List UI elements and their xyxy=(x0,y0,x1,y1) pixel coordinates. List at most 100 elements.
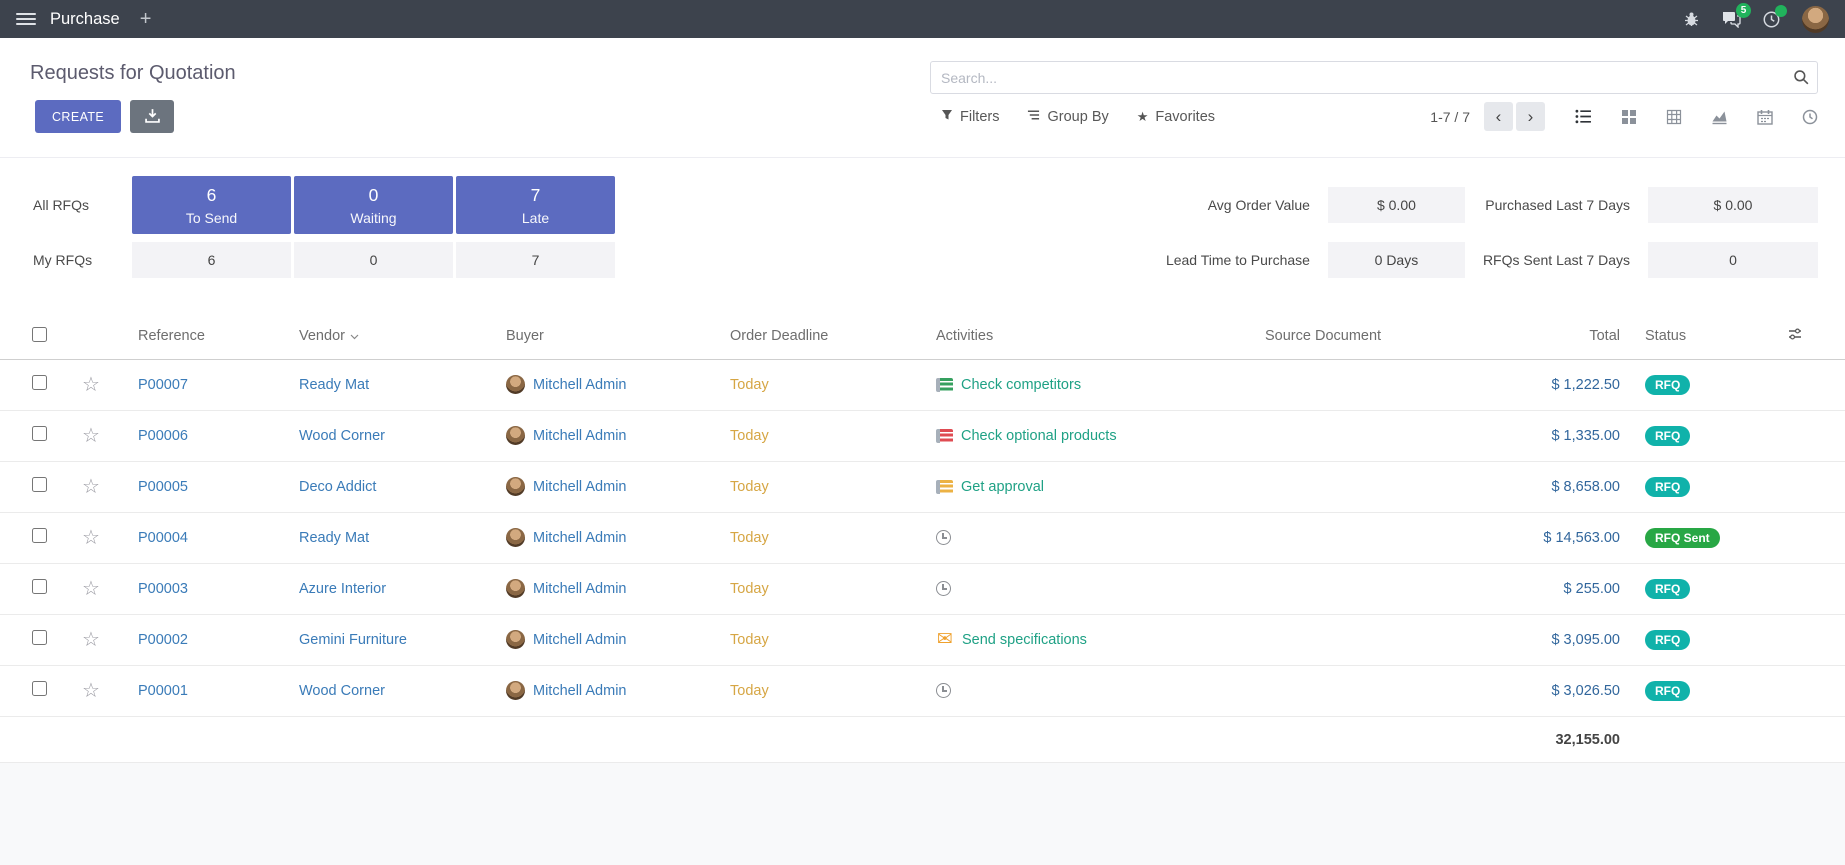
create-button[interactable]: CREATE xyxy=(35,100,121,133)
reference-link[interactable]: P00001 xyxy=(138,683,188,699)
favorite-star-icon[interactable]: ☆ xyxy=(82,476,100,498)
activity-icon[interactable] xyxy=(936,581,951,596)
optional-columns-icon[interactable] xyxy=(1788,328,1802,344)
table-row[interactable]: ☆ P00002 Gemini Furniture Mitchell Admin… xyxy=(0,614,1845,665)
export-button[interactable] xyxy=(130,100,174,133)
row-checkbox[interactable] xyxy=(32,375,47,390)
reference-link[interactable]: P00006 xyxy=(138,428,188,444)
card-waiting[interactable]: 0 Waiting xyxy=(294,176,453,234)
buyer-link[interactable]: Mitchell Admin xyxy=(533,530,626,546)
reference-link[interactable]: P00002 xyxy=(138,632,188,648)
my-rfqs-link[interactable]: My RFQs xyxy=(33,252,129,268)
pivot-view-button[interactable] xyxy=(1666,109,1682,125)
column-header-buyer[interactable]: Buyer xyxy=(506,328,544,344)
vendor-link[interactable]: Ready Mat xyxy=(299,530,369,546)
search-box xyxy=(930,61,1818,94)
vendor-link[interactable]: Gemini Furniture xyxy=(299,632,407,648)
vendor-link[interactable]: Wood Corner xyxy=(299,428,385,444)
filters-button[interactable]: Filters xyxy=(941,109,999,125)
card-to-send[interactable]: 6 To Send xyxy=(132,176,291,234)
activity-icon[interactable] xyxy=(936,632,954,648)
pager-previous-button[interactable]: ‹ xyxy=(1484,102,1513,131)
table-row[interactable]: ☆ P00007 Ready Mat Mitchell Admin Today … xyxy=(0,359,1845,410)
column-header-source-document[interactable]: Source Document xyxy=(1265,328,1381,344)
total-amount: $ 3,095.00 xyxy=(1551,632,1620,648)
buyer-link[interactable]: Mitchell Admin xyxy=(533,632,626,648)
buyer-link[interactable]: Mitchell Admin xyxy=(533,683,626,699)
row-checkbox[interactable] xyxy=(32,528,47,543)
activity-icon[interactable] xyxy=(936,480,953,494)
vendor-link[interactable]: Wood Corner xyxy=(299,683,385,699)
row-checkbox[interactable] xyxy=(32,426,47,441)
graph-view-button[interactable] xyxy=(1711,109,1728,125)
buyer-avatar xyxy=(506,681,525,700)
vendor-link[interactable]: Ready Mat xyxy=(299,377,369,393)
table-row[interactable]: ☆ P00005 Deco Addict Mitchell Admin Toda… xyxy=(0,461,1845,512)
app-name[interactable]: Purchase xyxy=(50,10,120,29)
activity-label[interactable]: Check competitors xyxy=(961,377,1081,393)
my-late-value[interactable]: 7 xyxy=(456,242,615,278)
activity-label[interactable]: Get approval xyxy=(961,479,1044,495)
menu-icon[interactable] xyxy=(16,13,36,25)
reference-link[interactable]: P00004 xyxy=(138,530,188,546)
favorite-star-icon[interactable]: ☆ xyxy=(82,374,100,396)
activity-icon[interactable] xyxy=(936,429,953,443)
favorite-star-icon[interactable]: ☆ xyxy=(82,578,100,600)
table-row[interactable]: ☆ P00001 Wood Corner Mitchell Admin Toda… xyxy=(0,665,1845,716)
vendor-link[interactable]: Azure Interior xyxy=(299,581,386,597)
activity-icon[interactable] xyxy=(936,378,953,392)
all-rfqs-link[interactable]: All RFQs xyxy=(33,197,129,213)
buyer-avatar xyxy=(506,375,525,394)
favorite-star-icon[interactable]: ☆ xyxy=(82,527,100,549)
calendar-view-button[interactable] xyxy=(1757,109,1773,125)
pager-text: 1-7 / 7 xyxy=(1430,109,1470,125)
favorite-star-icon[interactable]: ☆ xyxy=(82,629,100,651)
messages-icon[interactable]: 5 xyxy=(1722,11,1741,28)
row-checkbox[interactable] xyxy=(32,579,47,594)
activity-label[interactable]: Send specifications xyxy=(962,632,1087,648)
debug-bug-icon[interactable] xyxy=(1683,11,1700,27)
user-avatar[interactable] xyxy=(1802,6,1829,33)
table-row[interactable]: ☆ P00003 Azure Interior Mitchell Admin T… xyxy=(0,563,1845,614)
buyer-link[interactable]: Mitchell Admin xyxy=(533,377,626,393)
card-late[interactable]: 7 Late xyxy=(456,176,615,234)
column-header-vendor[interactable]: Vendor xyxy=(299,328,345,344)
column-header-activities[interactable]: Activities xyxy=(936,328,993,344)
reference-link[interactable]: P00003 xyxy=(138,581,188,597)
row-checkbox[interactable] xyxy=(32,477,47,492)
row-checkbox[interactable] xyxy=(32,681,47,696)
table-row[interactable]: ☆ P00004 Ready Mat Mitchell Admin Today … xyxy=(0,512,1845,563)
column-header-status[interactable]: Status xyxy=(1645,328,1686,344)
row-checkbox[interactable] xyxy=(32,630,47,645)
my-to-send-value[interactable]: 6 xyxy=(132,242,291,278)
buyer-link[interactable]: Mitchell Admin xyxy=(533,479,626,495)
activity-icon[interactable] xyxy=(936,683,951,698)
select-all-checkbox[interactable] xyxy=(32,327,47,342)
buyer-link[interactable]: Mitchell Admin xyxy=(533,581,626,597)
kanban-view-button[interactable] xyxy=(1621,109,1637,125)
buyer-link[interactable]: Mitchell Admin xyxy=(533,428,626,444)
activity-clock-icon[interactable] xyxy=(1763,11,1780,28)
stat-value-rfqs-sent-last-7-days: 0 xyxy=(1648,242,1818,278)
favorites-button[interactable]: ★ Favorites xyxy=(1137,109,1215,125)
topbar: Purchase + 5 xyxy=(0,0,1845,38)
vendor-link[interactable]: Deco Addict xyxy=(299,479,376,495)
list-view-button[interactable] xyxy=(1575,108,1592,125)
table-row[interactable]: ☆ P00006 Wood Corner Mitchell Admin Toda… xyxy=(0,410,1845,461)
add-tab-icon[interactable]: + xyxy=(140,9,152,29)
column-header-total[interactable]: Total xyxy=(1589,328,1620,344)
search-input[interactable] xyxy=(930,61,1818,94)
reference-link[interactable]: P00005 xyxy=(138,479,188,495)
activity-label[interactable]: Check optional products xyxy=(961,428,1117,444)
activity-view-button[interactable] xyxy=(1802,109,1818,125)
favorite-star-icon[interactable]: ☆ xyxy=(82,425,100,447)
pager-next-button[interactable]: › xyxy=(1516,102,1545,131)
column-header-order-deadline[interactable]: Order Deadline xyxy=(730,328,828,344)
search-icon[interactable] xyxy=(1793,69,1809,88)
favorite-star-icon[interactable]: ☆ xyxy=(82,680,100,702)
activity-icon[interactable] xyxy=(936,530,951,545)
my-waiting-value[interactable]: 0 xyxy=(294,242,453,278)
reference-link[interactable]: P00007 xyxy=(138,377,188,393)
column-header-reference[interactable]: Reference xyxy=(138,328,205,344)
group-by-button[interactable]: Group By xyxy=(1027,109,1108,125)
